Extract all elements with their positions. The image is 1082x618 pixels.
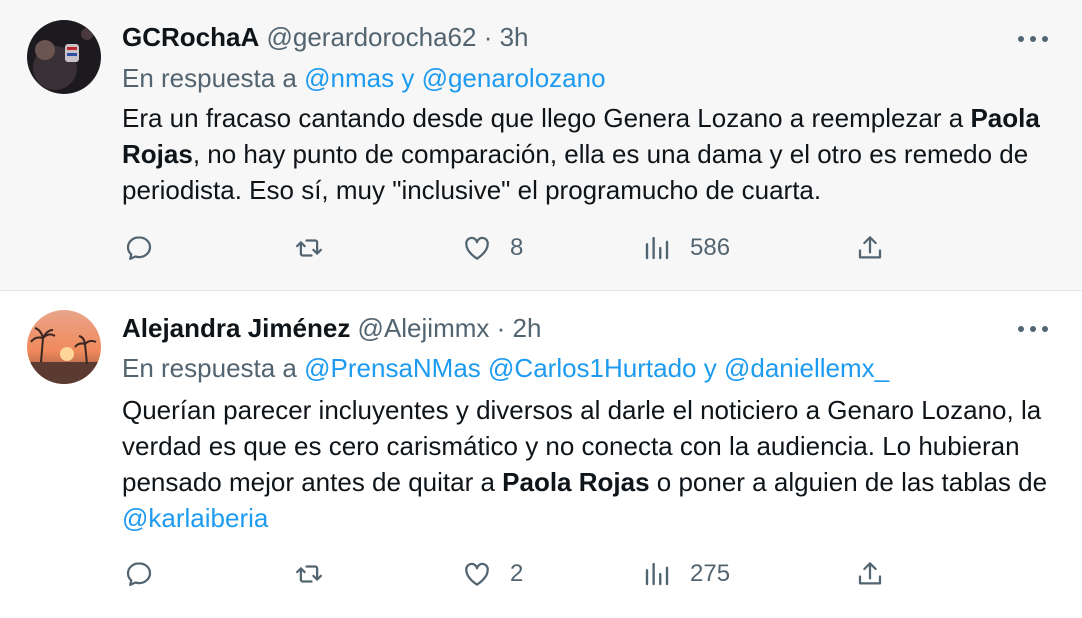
- view-count: 586: [690, 234, 731, 261]
- user-handle[interactable]: @gerardorocha62: [266, 22, 476, 52]
- like-button[interactable]: 2: [462, 554, 523, 594]
- share-button[interactable]: [855, 554, 885, 594]
- share-button[interactable]: [855, 228, 885, 268]
- like-count: 2: [510, 560, 524, 587]
- reply-context: En respuesta a @PrensaNMas @Carlos1Hurta…: [122, 353, 889, 384]
- tweet-text: Era un fracaso cantando desde que llego …: [122, 100, 1052, 208]
- reply-prefix: En respuesta a: [122, 353, 305, 383]
- heart-icon: [465, 236, 489, 260]
- reply-icon: [126, 236, 152, 260]
- tweet-text-part: , no hay punto de comparación, ella es u…: [122, 139, 1029, 205]
- more-icon[interactable]: [1018, 324, 1048, 334]
- retweet-button[interactable]: [294, 554, 324, 594]
- tweet-header: GCRochaA @gerardorocha62 · 3h: [122, 22, 529, 53]
- mention-link[interactable]: @karlaiberia: [122, 503, 268, 533]
- separator-dot: ·: [496, 313, 506, 343]
- tweet-header: Alejandra Jiménez @Alejimmx · 2h: [122, 313, 541, 344]
- reply-context: En respuesta a @nmas y @genarolozano: [122, 63, 606, 94]
- action-bar: 2 275: [122, 554, 902, 594]
- mention-separator: y: [394, 63, 422, 93]
- tweet[interactable]: GCRochaA @gerardorocha62 · 3h En respues…: [0, 0, 1082, 291]
- mention-link[interactable]: @daniellemx_: [724, 353, 889, 383]
- more-icon[interactable]: [1018, 34, 1048, 44]
- reply-button[interactable]: [124, 228, 154, 268]
- like-count: 8: [510, 234, 524, 261]
- reply-prefix: En respuesta a: [122, 63, 305, 93]
- tweet-text-part: Era un fracaso cantando desde que llego …: [122, 103, 971, 133]
- heart-icon: [465, 562, 489, 586]
- view-count: 275: [690, 560, 731, 587]
- views-icon: [645, 236, 669, 260]
- mention-link[interactable]: @nmas: [304, 63, 394, 93]
- mention-separator: [481, 353, 488, 383]
- mention-link[interactable]: @PrensaNMas: [304, 353, 481, 383]
- tweet[interactable]: Alejandra Jiménez @Alejimmx · 2h En resp…: [0, 291, 1082, 618]
- views-button[interactable]: 275: [642, 554, 730, 594]
- mention-link[interactable]: @genarolozano: [422, 63, 606, 93]
- tweet-text: Querían parecer incluyentes y diversos a…: [122, 392, 1052, 536]
- like-button[interactable]: 8: [462, 228, 523, 268]
- retweet-icon: [296, 239, 322, 257]
- timestamp[interactable]: 2h: [513, 313, 542, 343]
- views-button[interactable]: 586: [642, 228, 730, 268]
- reply-icon: [126, 562, 152, 586]
- mention-link[interactable]: @Carlos1Hurtado: [488, 353, 696, 383]
- share-icon: [858, 236, 882, 259]
- action-bar: 8 586: [122, 228, 902, 268]
- display-name[interactable]: Alejandra Jiménez: [122, 313, 350, 343]
- avatar[interactable]: [27, 310, 101, 384]
- separator-dot: ·: [483, 22, 493, 52]
- share-icon: [858, 562, 882, 585]
- retweet-icon: [296, 565, 322, 583]
- tweet-text-part: o poner a alguien de las tablas de: [649, 467, 1048, 497]
- user-handle[interactable]: @Alejimmx: [358, 313, 490, 343]
- reply-button[interactable]: [124, 554, 154, 594]
- timestamp[interactable]: 3h: [500, 22, 529, 52]
- retweet-button[interactable]: [294, 228, 324, 268]
- highlighted-term: Paola Rojas: [502, 467, 650, 497]
- views-icon: [645, 562, 669, 586]
- mention-separator: y: [696, 353, 724, 383]
- avatar[interactable]: [27, 20, 101, 94]
- display-name[interactable]: GCRochaA: [122, 22, 259, 52]
